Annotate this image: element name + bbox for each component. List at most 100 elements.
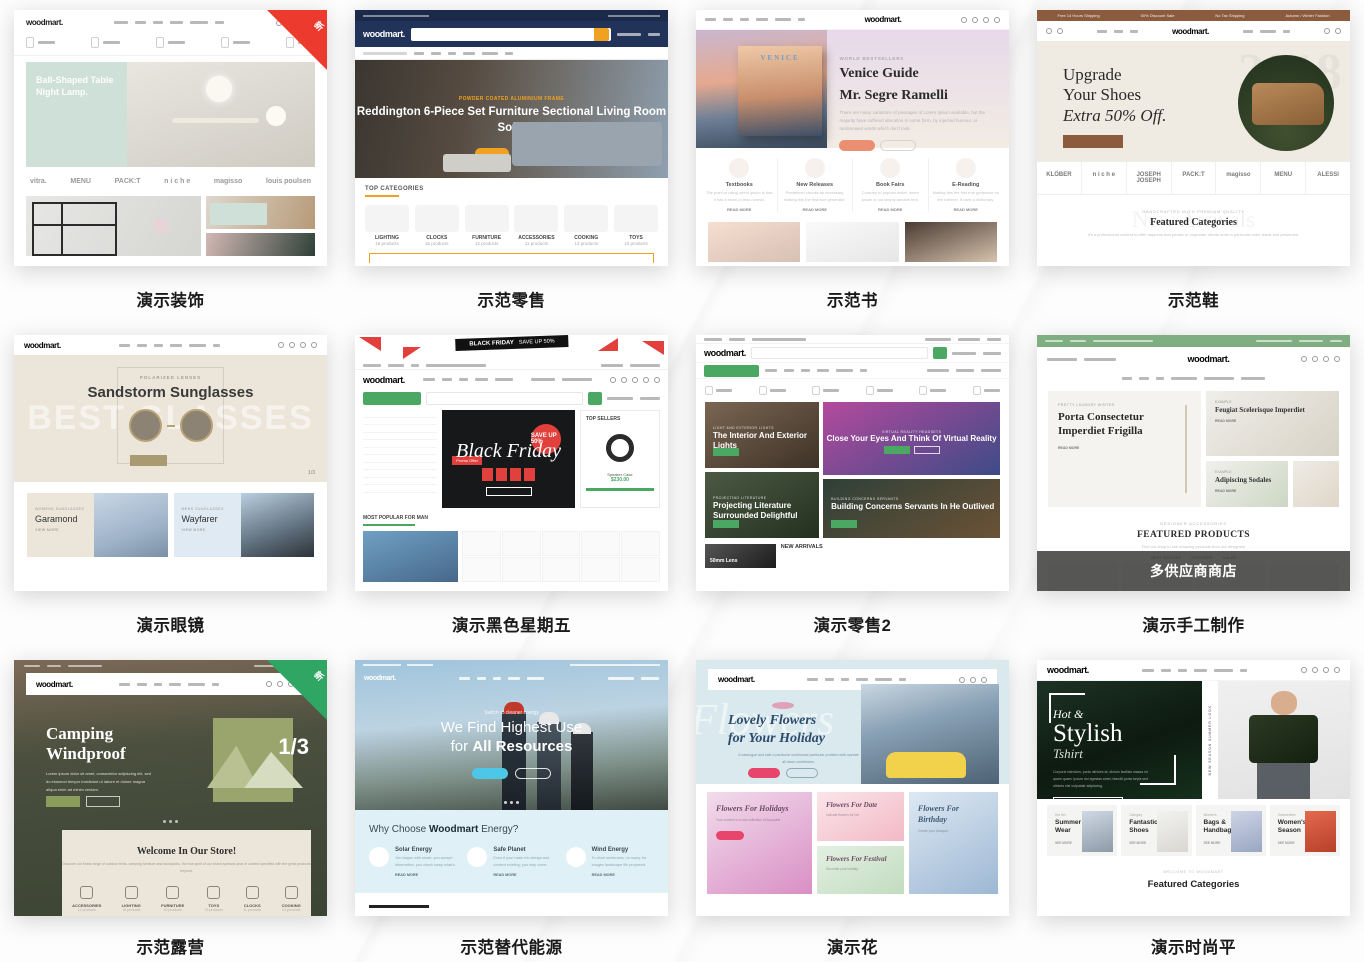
hero-buttons[interactable]	[14, 455, 327, 466]
widget-title: TOP SELLERS	[585, 416, 621, 422]
site-topbar	[355, 660, 668, 670]
demo-thumbnail-glasses[interactable]: woodmart. BEST GLASSES POLARIZED LENSES …	[14, 335, 327, 591]
hero-title-2: Stylish	[1053, 720, 1123, 747]
site-topbar: Free 14 Hours Shipping 50% Discount Sale …	[1037, 10, 1350, 21]
hero-buttons[interactable]	[355, 768, 668, 779]
hero-title: Camping Windproof	[46, 724, 126, 764]
demo-thumbnail-handmade[interactable]: woodmart. PRETTY LAUNDRY WINTER Porta Co…	[1037, 335, 1350, 591]
section-title: Featured Categories	[1150, 217, 1237, 228]
site-logo: woodmart.	[24, 340, 61, 350]
solar-icon	[369, 847, 389, 867]
section-title: Featured Categories	[1147, 879, 1240, 890]
product-grid	[355, 526, 668, 582]
site-logo: woodmart.	[26, 18, 63, 27]
bottom-tiles	[696, 221, 1009, 262]
welcome-section: Welcome In Our Store! Discover our fines…	[62, 830, 311, 916]
hero-eyebrow: WORLD BESTSELLERS	[839, 56, 905, 61]
demo-thumbnail-energy[interactable]: woodmart. Switch to cleaner energy We Fi…	[355, 660, 668, 916]
banner-tag: BLACK FRIDAY SAVE UP 50%	[454, 335, 569, 351]
hero-button[interactable]	[1063, 135, 1123, 148]
section-title: NEW ARRIVALS	[780, 544, 823, 550]
demo-card-black-friday[interactable]: BLACK FRIDAY SAVE UP 50% woodmart. SAVE …	[341, 325, 682, 650]
demo-card-flowers[interactable]: woodmart. Flowers Lovely Flowers for Your…	[682, 650, 1023, 962]
search-bar[interactable]	[410, 27, 611, 41]
demo-card-fashion-flat[interactable]: woodmart. Hot & Stylish Tshirt Corporis …	[1023, 650, 1364, 962]
slider-dots[interactable]	[355, 801, 668, 804]
site-header: woodmart.	[355, 670, 668, 686]
demo-thumbnail-fashion-flat[interactable]: woodmart. Hot & Stylish Tshirt Corporis …	[1037, 660, 1350, 916]
section-title: MOST POPULAR FOR MAN	[363, 515, 428, 521]
hero-title: Venice Guide	[839, 66, 919, 81]
demo-thumbnail-book[interactable]: woodmart. VENICE WORLD BESTSELLERS Venic…	[696, 10, 1009, 266]
site-logo: woodmart.	[1187, 354, 1230, 364]
demo-thumbnail-retail-2[interactable]: woodmart. LIGHT AND EXTERIOR LIGHTS The …	[696, 335, 1009, 591]
site-header: woodmart.	[1037, 347, 1350, 371]
site-nav	[114, 21, 225, 24]
hero-button[interactable]	[485, 487, 532, 496]
vertical-label: NEW SEASON SUMMER LOOK	[1207, 704, 1212, 776]
hero-buttons[interactable]	[748, 768, 818, 778]
demo-card-energy[interactable]: woodmart. Switch to cleaner energy We Fi…	[341, 650, 682, 962]
section-eyebrow: DESIGNER ACCESSORIES	[1160, 521, 1227, 526]
category-sidebar[interactable]	[363, 410, 438, 508]
browse-categories-button[interactable]	[704, 364, 759, 377]
demo-caption: 演示装饰	[136, 292, 205, 310]
site-topbar	[355, 10, 668, 21]
search-icon[interactable]	[588, 392, 602, 405]
site-logo: woodmart.	[704, 348, 746, 358]
site-logo: woodmart.	[364, 674, 396, 682]
search-input[interactable]	[750, 347, 928, 359]
planet-icon	[467, 847, 488, 867]
demo-gallery-grid: 新 woodmart. Ball-Shaped Table Night Lamp…	[0, 0, 1364, 962]
demo-card-handmade[interactable]: woodmart. PRETTY LAUNDRY WINTER Porta Co…	[1023, 325, 1364, 650]
new-ribbon: 新	[267, 660, 327, 720]
site-logo: woodmart.	[363, 29, 405, 39]
demo-caption: 示范零售	[477, 292, 546, 310]
demo-card-glasses[interactable]: woodmart. BEST GLASSES POLARIZED LENSES …	[0, 325, 341, 650]
demo-card-camping[interactable]: 新 woodmart. Camping Windproof Lorem ipsum…	[0, 650, 341, 962]
flower-ornament	[772, 702, 794, 709]
site-search-row[interactable]	[355, 389, 668, 408]
why-section: Why Choose Woodmart Energy? Solar Energy…	[355, 810, 668, 893]
hero-text: Lorem ipsum dolor sit amet, consectetur …	[46, 771, 151, 792]
site-header: woodmart.	[696, 10, 1009, 30]
hero-banner: woodmart. Flowers Lovely Flowers for Your…	[696, 660, 1009, 784]
category-cards: LIGHTING 16 products CLOCKS 15 products FU…	[355, 197, 668, 246]
search-icon[interactable]	[933, 347, 947, 359]
search-input[interactable]	[426, 392, 583, 405]
hero-banner: Hot & Stylish Tshirt Corporis interdum, …	[1037, 681, 1350, 810]
hero-title: Upgrade Your Shoes Extra 50% Off.	[1063, 65, 1167, 125]
section-text: It's a professional content to offer hap…	[1087, 232, 1300, 237]
demo-card-book[interactable]: woodmart. VENICE WORLD BESTSELLERS Venic…	[682, 0, 1023, 325]
site-logo: woodmart.	[1047, 665, 1089, 675]
demo-caption: 演示零售2	[813, 617, 892, 635]
demo-card-retail[interactable]: woodmart. POWDER COATED ALUMINIUM FRAME …	[341, 0, 682, 325]
hero-buttons[interactable]	[46, 796, 120, 807]
demo-caption: 演示时尚平	[1151, 939, 1236, 957]
demo-card-decor[interactable]: 新 woodmart. Ball-Shaped Table Night Lamp…	[0, 0, 341, 325]
demo-caption: 演示黑色星期五	[452, 617, 571, 635]
demo-thumbnail-camping[interactable]: 新 woodmart. Camping Windproof Lorem ipsum…	[14, 660, 327, 916]
demo-caption: 示范露营	[136, 939, 205, 957]
top-sellers-widget: TOP SELLERS Speaker Case $230.00	[579, 410, 660, 508]
site-header[interactable]: woodmart.	[696, 344, 1009, 362]
demo-thumbnail-shoes[interactable]: Free 14 Hours Shipping 50% Discount Sale …	[1037, 10, 1350, 266]
browse-categories-button[interactable]	[363, 392, 421, 405]
demo-card-shoes[interactable]: Free 14 Hours Shipping 50% Discount Sale …	[1023, 0, 1364, 325]
site-topbar	[696, 335, 1009, 344]
promo-tiles: Flowers For Holidays Your content is a ne…	[696, 784, 1009, 894]
demo-caption: 演示花	[827, 939, 878, 957]
slider-dots[interactable]	[14, 820, 327, 823]
hero-buttons[interactable]	[839, 140, 997, 152]
hero-text: There are many variations of passages of…	[839, 110, 986, 132]
demo-thumbnail-flowers[interactable]: woodmart. Flowers Lovely Flowers for Your…	[696, 660, 1009, 916]
section-title: FEATURED PRODUCTS	[1137, 530, 1250, 540]
demo-thumbnail-decor[interactable]: 新 woodmart. Ball-Shaped Table Night Lamp…	[14, 10, 327, 266]
hero-eyebrow: Switch to cleaner energy	[484, 710, 539, 716]
demo-thumbnail-retail[interactable]: woodmart. POWDER COATED ALUMINIUM FRAME …	[355, 10, 668, 266]
search-icon[interactable]	[594, 27, 609, 41]
demo-thumbnail-black-friday[interactable]: BLACK FRIDAY SAVE UP 50% woodmart. SAVE …	[355, 335, 668, 591]
demo-card-retail-2[interactable]: woodmart. LIGHT AND EXTERIOR LIGHTS The …	[682, 325, 1023, 650]
site-nav[interactable]	[696, 362, 1009, 379]
section-eyebrow: HANDCRAFTED WITH PREMIUM QUALITY	[1142, 209, 1245, 214]
